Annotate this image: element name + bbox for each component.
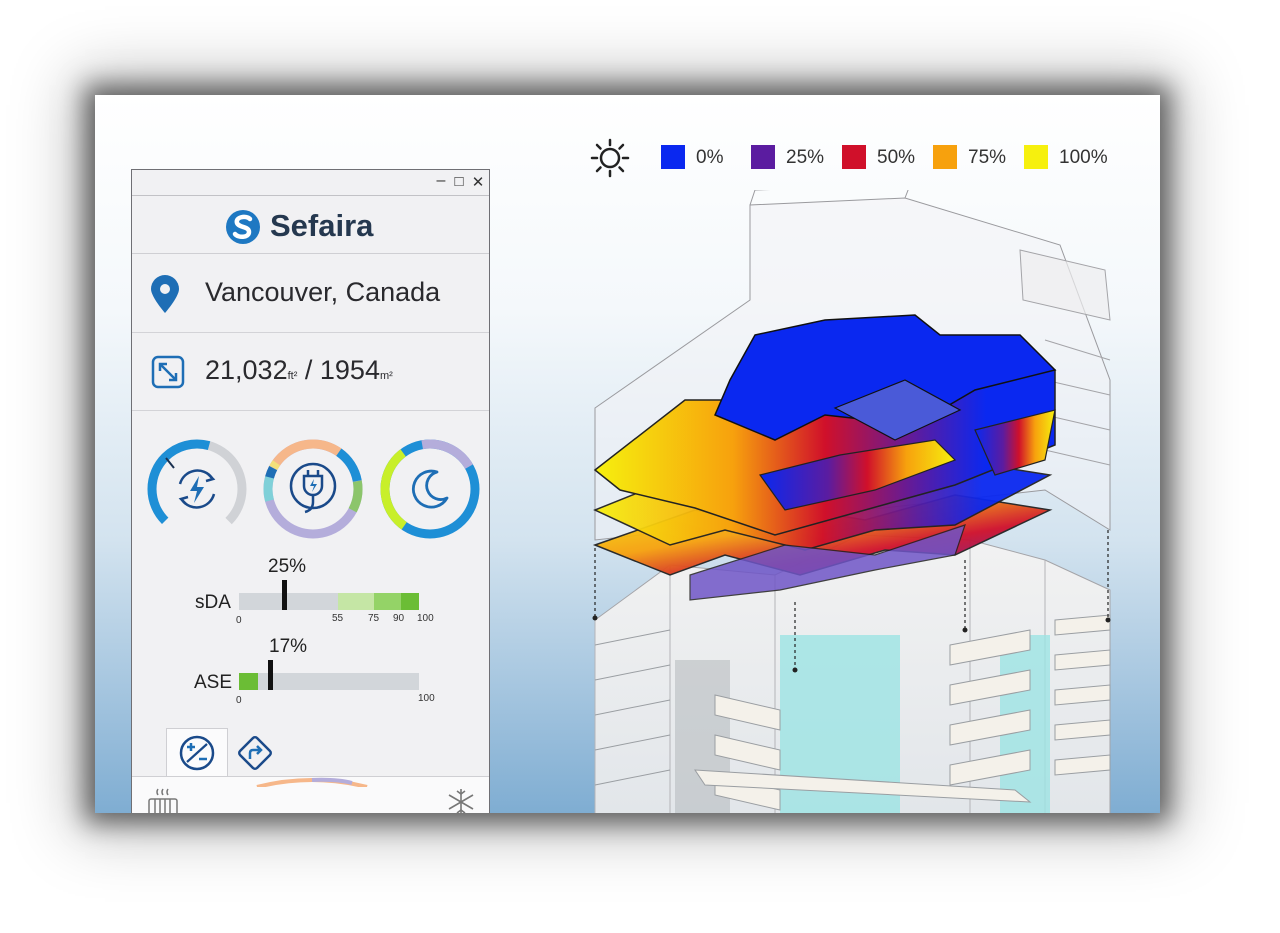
sda-tick-75: 75	[368, 613, 380, 624]
screen-frame: 0% 25% 50% 75% 100% – □ ✕ Sefaira Vancou…	[95, 95, 1160, 813]
ase-band-low	[239, 673, 258, 690]
panel-bottom-area	[132, 777, 489, 813]
night-gauge[interactable]	[377, 436, 483, 542]
ase-bar	[239, 673, 419, 690]
legend-swatch	[751, 145, 775, 169]
ase-value-marker	[267, 660, 273, 690]
sda-value-marker	[282, 580, 287, 610]
minimize-button[interactable]: –	[432, 172, 450, 190]
legend-swatch	[933, 145, 957, 169]
ase-percent: 17%	[269, 636, 308, 657]
legend-label: 50%	[877, 147, 916, 168]
sda-tick-55: 55	[332, 613, 344, 624]
floor-area-row: 21,032ft² / 1954m²	[132, 333, 489, 411]
energy-gauge[interactable]	[144, 436, 250, 542]
plus-minus-icon	[179, 735, 215, 771]
building-daylight-model[interactable]	[575, 190, 1145, 813]
maximize-button[interactable]: □	[450, 173, 468, 190]
close-button[interactable]: ✕	[469, 173, 487, 191]
location-pin-icon	[151, 275, 179, 313]
ase-tick-0: 0	[236, 695, 242, 706]
sefaira-logo-icon	[226, 210, 260, 244]
brand-header: Sefaira	[132, 198, 489, 254]
sda-label: sDA	[195, 592, 231, 613]
ase-label: ASE	[194, 672, 233, 693]
tab-route[interactable]	[226, 728, 286, 776]
floor-area-text: 21,032ft² / 1954m²	[205, 355, 393, 386]
legend-label: 25%	[786, 147, 825, 168]
sda-band-55	[338, 593, 374, 610]
brand-name: Sefaira	[270, 208, 374, 243]
legend-swatch	[661, 145, 685, 169]
legend-swatch	[1024, 145, 1048, 169]
legend-label: 100%	[1059, 147, 1108, 168]
load-breakdown-chart	[256, 777, 368, 787]
legend-label: 0%	[696, 147, 724, 168]
area-imperial: 21,032	[205, 355, 288, 385]
snowflake-icon	[448, 789, 474, 813]
sun-icon	[590, 138, 630, 178]
sda-bar	[239, 593, 419, 610]
legend-swatch	[842, 145, 866, 169]
area-imperial-unit: ft²	[287, 370, 298, 382]
energy-cycle-icon	[178, 469, 216, 509]
area-metric-unit: m²	[379, 370, 393, 382]
radiator-icon	[148, 788, 178, 813]
tab-plus-minus[interactable]	[166, 728, 228, 777]
plug-icon	[289, 462, 337, 514]
power-gauge[interactable]	[260, 436, 366, 542]
sda-tick-0: 0	[236, 615, 242, 626]
legend-label: 75%	[968, 147, 1007, 168]
sda-band-75	[374, 593, 401, 610]
area-expand-icon	[151, 355, 185, 389]
sda-band-90	[401, 593, 419, 610]
location-text: Vancouver, Canada	[205, 277, 441, 307]
sefaira-plugin-panel: – □ ✕ Sefaira Vancouver, Canada 21,032ft…	[131, 169, 490, 813]
window-titlebar: – □ ✕	[132, 170, 489, 196]
panel-tabs	[132, 728, 489, 778]
ase-tick-100: 100	[418, 693, 435, 704]
moon-icon	[412, 469, 449, 509]
sda-percent: 25%	[268, 556, 307, 577]
sda-tick-100: 100	[417, 613, 434, 624]
route-icon	[238, 736, 272, 770]
location-row[interactable]: Vancouver, Canada	[132, 255, 489, 333]
area-separator: /	[297, 355, 320, 385]
area-metric: 1954	[319, 355, 380, 385]
sda-tick-90: 90	[393, 613, 405, 624]
